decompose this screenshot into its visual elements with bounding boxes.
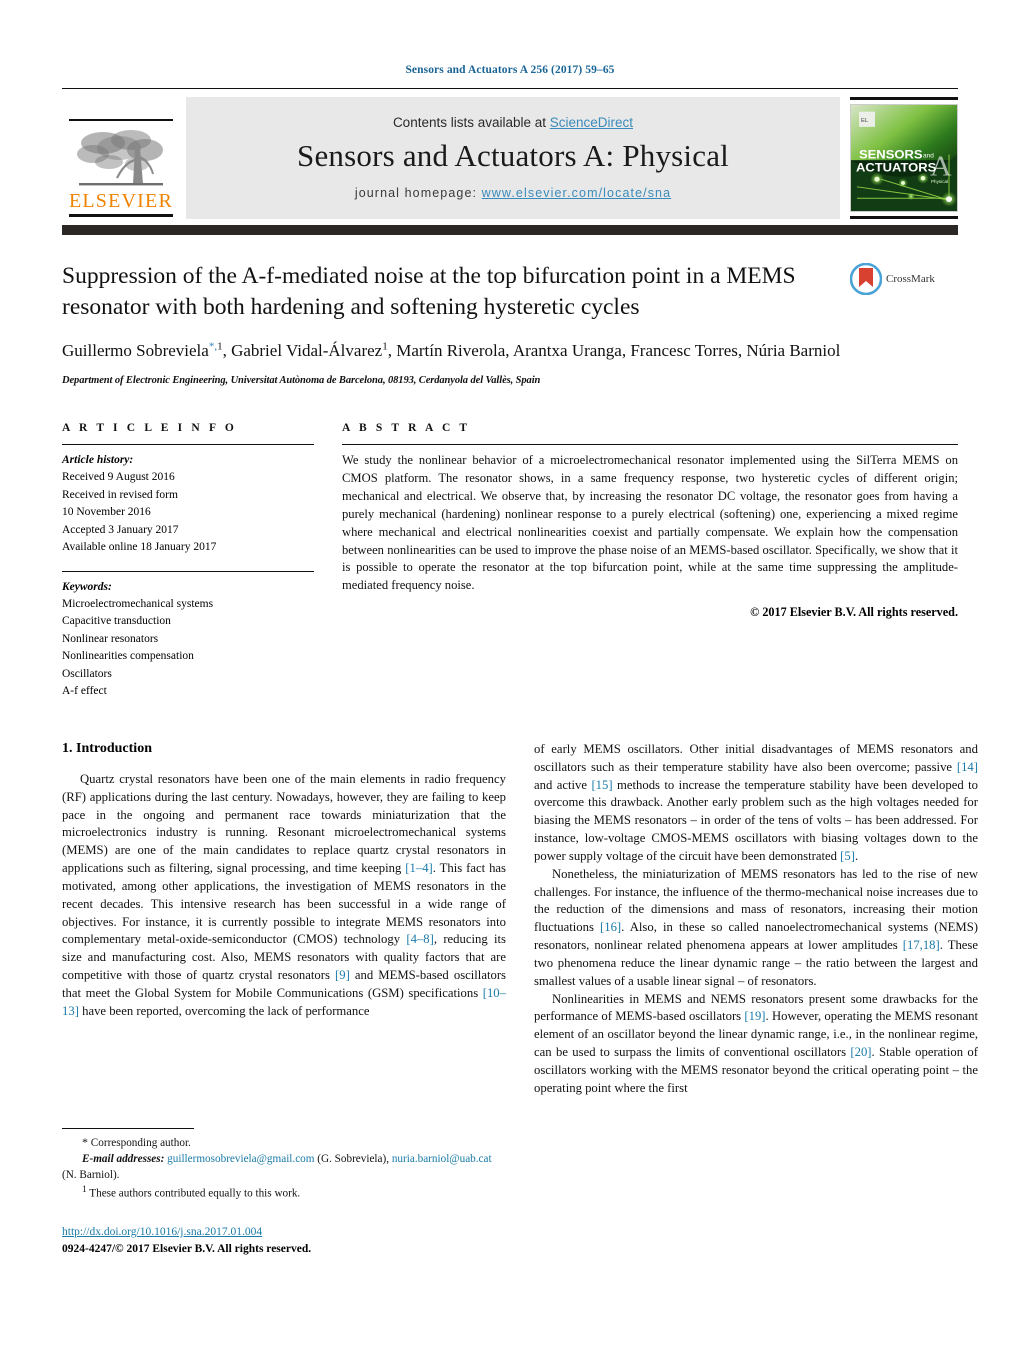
author-list: Guillermo Sobreviela*,1, Gabriel Vidal-Á… xyxy=(62,340,841,361)
corresponding-author-note: * Corresponding author. xyxy=(82,1135,191,1149)
contents-list-line: Contents lists available at ScienceDirec… xyxy=(393,115,633,130)
homepage-prefix: journal homepage: xyxy=(354,185,482,200)
body-right-column: of early MEMS oscillators. Other initial… xyxy=(534,741,978,1211)
journal-homepage-link[interactable]: www.elsevier.com/locate/sna xyxy=(482,186,672,200)
cover-rule-top xyxy=(850,97,958,100)
article-info-heading: A R T I C L E I N F O xyxy=(62,422,237,435)
keyword-item: Nonlinear resonators xyxy=(62,632,159,645)
keyword-item: Nonlinearities compensation xyxy=(62,650,194,663)
journal-masthead: ELSEVIER Contents lists available at Sci… xyxy=(62,97,958,219)
cover-rule-bottom xyxy=(850,216,958,219)
footnote-rule xyxy=(62,1128,194,1129)
equal-contribution-note: 1 These authors contributed equally to t… xyxy=(82,1184,301,1200)
doi-link[interactable]: http://dx.doi.org/10.1016/j.sna.2017.01.… xyxy=(62,1226,262,1238)
elsevier-tree-icon xyxy=(77,130,163,186)
abstract-text: We study the nonlinear behavior of a mic… xyxy=(342,453,958,593)
journal-title: Sensors and Actuators A: Physical xyxy=(297,137,729,173)
article-history-label: Article history: xyxy=(62,454,134,467)
footnotes-block: * Corresponding author. E-mail addresses… xyxy=(62,1128,506,1201)
cover-art-svg: EL SENSORS and ACTUATORS A Physical xyxy=(851,104,957,212)
abstract-heading: A B S T R A C T xyxy=(342,422,471,435)
keywords-rule xyxy=(62,570,314,572)
title-block: Suppression of the A-f-mediated noise at… xyxy=(62,261,958,386)
cover-subtitle: Physical xyxy=(931,179,948,184)
history-item: 10 November 2016 xyxy=(62,506,151,519)
email-addresses-note[interactable]: E-mail addresses: guillermosobreviela@gm… xyxy=(62,1151,506,1183)
abstract-rule xyxy=(342,444,958,446)
journal-homepage-line: journal homepage: www.elsevier.com/locat… xyxy=(355,186,671,200)
paper-page: Sensors and Actuators A 256 (2017) 59–65 xyxy=(0,0,1020,1351)
history-item: Accepted 3 January 2017 xyxy=(62,523,179,536)
keyword-item: Capacitive transduction xyxy=(62,615,171,628)
article-info-rule xyxy=(62,444,314,446)
keywords-label: Keywords: xyxy=(62,580,112,593)
journal-band: Contents lists available at ScienceDirec… xyxy=(186,97,840,219)
abstract-copyright: © 2017 Elsevier B.V. All rights reserved… xyxy=(750,605,958,620)
page-title: Suppression of the A-f-mediated noise at… xyxy=(62,263,796,321)
header-rule xyxy=(62,88,958,89)
masthead-dark-band xyxy=(62,225,958,235)
logo-rule-top xyxy=(69,119,173,121)
elsevier-logo[interactable]: ELSEVIER xyxy=(62,97,180,219)
paragraph: Nonetheless, the miniaturization of MEMS… xyxy=(534,866,978,988)
history-item: Received in revised form xyxy=(62,488,178,501)
crossmark-badge[interactable]: CrossMark xyxy=(850,263,958,295)
article-history-list: Received 9 August 2016 Received in revis… xyxy=(62,469,314,556)
affiliation: Department of Electronic Engineering, Un… xyxy=(62,375,541,387)
doi-block: http://dx.doi.org/10.1016/j.sna.2017.01.… xyxy=(62,1224,506,1259)
running-head: Sensors and Actuators A 256 (2017) 59–65 xyxy=(405,64,615,76)
svg-text:EL: EL xyxy=(861,118,869,124)
paragraph: Quartz crystal resonators have been one … xyxy=(62,771,506,1018)
keyword-item: Microelectromechanical systems xyxy=(62,598,214,610)
paragraph: Nonlinearities in MEMS and NEMS resonato… xyxy=(534,991,978,1095)
cover-letter-a: A xyxy=(930,151,952,182)
crossmark-icon xyxy=(850,263,882,295)
cover-actuators-text: ACTUATORS xyxy=(856,161,936,175)
history-item: Available online 18 January 2017 xyxy=(62,541,217,554)
keyword-item: A-f effect xyxy=(62,685,107,698)
keyword-item: Oscillators xyxy=(62,667,112,680)
keywords-list: Microelectromechanical systems Capacitiv… xyxy=(62,596,314,701)
cover-sensors-text: SENSORS xyxy=(859,147,922,161)
section-heading-introduction: 1. Introduction xyxy=(62,740,152,756)
issn-copyright-line: 0924-4247/© 2017 Elsevier B.V. All right… xyxy=(62,1243,312,1256)
paragraph: of early MEMS oscillators. Other initial… xyxy=(534,741,978,863)
cover-artwork: EL SENSORS and ACTUATORS A Physical xyxy=(850,103,958,213)
contents-prefix: Contents lists available at xyxy=(392,114,550,130)
crossmark-label: CrossMark xyxy=(886,273,935,285)
sciencedirect-link[interactable]: ScienceDirect xyxy=(550,115,633,130)
article-info-column: A R T I C L E I N F O Article history: R… xyxy=(62,422,314,701)
logo-rule-bottom xyxy=(69,214,173,217)
info-abstract-row: A R T I C L E I N F O Article history: R… xyxy=(62,422,958,701)
history-item: Received 9 August 2016 xyxy=(62,471,175,484)
elsevier-wordmark: ELSEVIER xyxy=(68,190,174,212)
journal-cover-thumbnail[interactable]: EL SENSORS and ACTUATORS A Physical xyxy=(850,97,958,219)
abstract-column: A B S T R A C T We study the nonlinear b… xyxy=(342,422,958,701)
